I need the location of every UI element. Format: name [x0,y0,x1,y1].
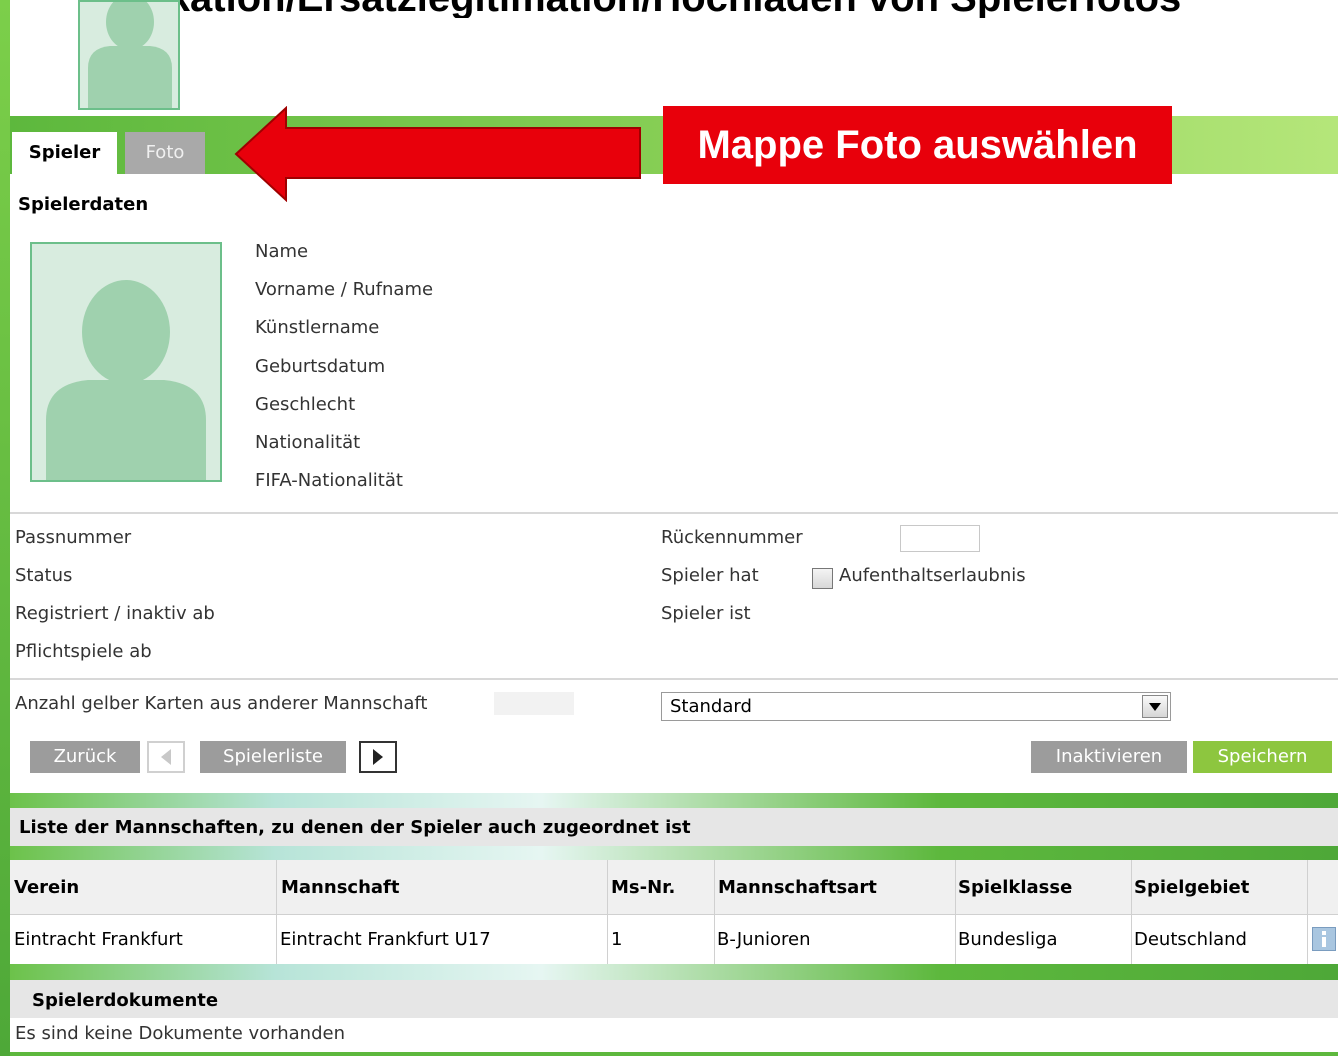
info-icon[interactable] [1312,927,1336,951]
avatar-large [30,242,222,482]
page-heading: ikation/Ersatzlegitimation/Hochladen von… [0,0,1338,18]
spielerliste-button[interactable]: Spielerliste [200,741,346,773]
person-silhouette-icon [88,2,172,108]
left-accent-bar [0,0,10,1056]
field-fifa-nationalitaet: FIFA-Nationalität [255,470,403,491]
field-passnummer: Passnummer [15,527,132,548]
teams-title: Liste der Mannschaften, zu denen der Spi… [19,817,691,838]
inaktivieren-button[interactable]: Inaktivieren [1031,741,1187,773]
field-kuenstlername: Künstlername [255,317,380,338]
cell-verein: Eintracht Frankfurt [14,929,183,950]
cell-spielgebiet: Deutschland [1134,929,1247,950]
table-row[interactable]: Eintracht Frankfurt Eintracht Frankfurt … [10,915,1338,964]
aufenthalt-label: Aufenthaltserlaubnis [839,565,1026,586]
field-registriert: Registriert / inaktiv ab [15,603,215,624]
field-vorname: Vorname / Rufname [255,279,434,300]
header-ms-nr: Ms-Nr. [611,877,676,898]
tab-spieler[interactable]: Spieler [12,132,117,174]
header-mannschaft: Mannschaft [281,877,400,898]
bottom-band [10,1052,1338,1056]
yellow-cards-value[interactable] [494,692,574,715]
field-rueckennummer: Rückennummer [661,527,803,548]
rueckennummer-input[interactable] [900,525,980,552]
chevron-down-icon[interactable] [1142,695,1168,718]
yellow-cards-label: Anzahl gelber Karten aus anderer Mannsch… [15,693,428,714]
header-verein: Verein [14,877,80,898]
field-name: Name [255,241,309,262]
header-spielklasse: Spielklasse [958,877,1073,898]
caret-left-icon [161,749,171,765]
callout-label: Mappe Foto auswählen [663,106,1172,184]
cell-ms-nr: 1 [611,929,623,950]
avatar-small [78,0,180,110]
header-mannschaftsart: Mannschaftsart [718,877,877,898]
cell-mannschaftsart: B-Junioren [717,929,811,950]
field-status: Status [15,565,73,586]
field-pflichtspiele: Pflichtspiele ab [15,641,152,662]
speichern-button[interactable]: Speichern [1193,741,1332,773]
field-spieler-ist: Spieler ist [661,603,751,624]
field-spieler-hat: Spieler hat [661,565,759,586]
zurueck-button[interactable]: Zurück [30,741,140,773]
next-button[interactable] [359,741,397,773]
divider [10,678,1338,680]
tab-foto[interactable]: Foto [125,132,205,174]
aufenthalt-checkbox[interactable] [812,568,833,589]
section-band [10,793,1338,808]
select-value: Standard [670,696,752,717]
section-band [10,964,1338,980]
person-silhouette-icon [46,280,206,480]
spieler-ist-select[interactable]: Standard [661,692,1171,721]
header-spielgebiet: Spielgebiet [1134,877,1250,898]
teams-title-bar: Liste der Mannschaften, zu denen der Spi… [10,808,1338,846]
field-nationalitaet: Nationalität [255,432,361,453]
teams-table: Verein Mannschaft Ms-Nr. Mannschaftsart … [10,860,1338,964]
prev-button[interactable] [147,741,185,773]
cell-spielklasse: Bundesliga [958,929,1058,950]
field-geburtsdatum: Geburtsdatum [255,356,386,377]
section-title-spielerdaten: Spielerdaten [18,194,149,215]
documents-title: Spielerdokumente [32,990,219,1011]
field-geschlecht: Geschlecht [255,394,356,415]
cell-mannschaft: Eintracht Frankfurt U17 [280,929,491,950]
left-arrow-icon [234,106,641,202]
section-band [10,846,1338,860]
divider [10,512,1338,514]
documents-empty-text: Es sind keine Dokumente vorhanden [15,1023,345,1044]
caret-right-icon [373,749,383,765]
documents-title-bar: Spielerdokumente [10,980,1338,1018]
